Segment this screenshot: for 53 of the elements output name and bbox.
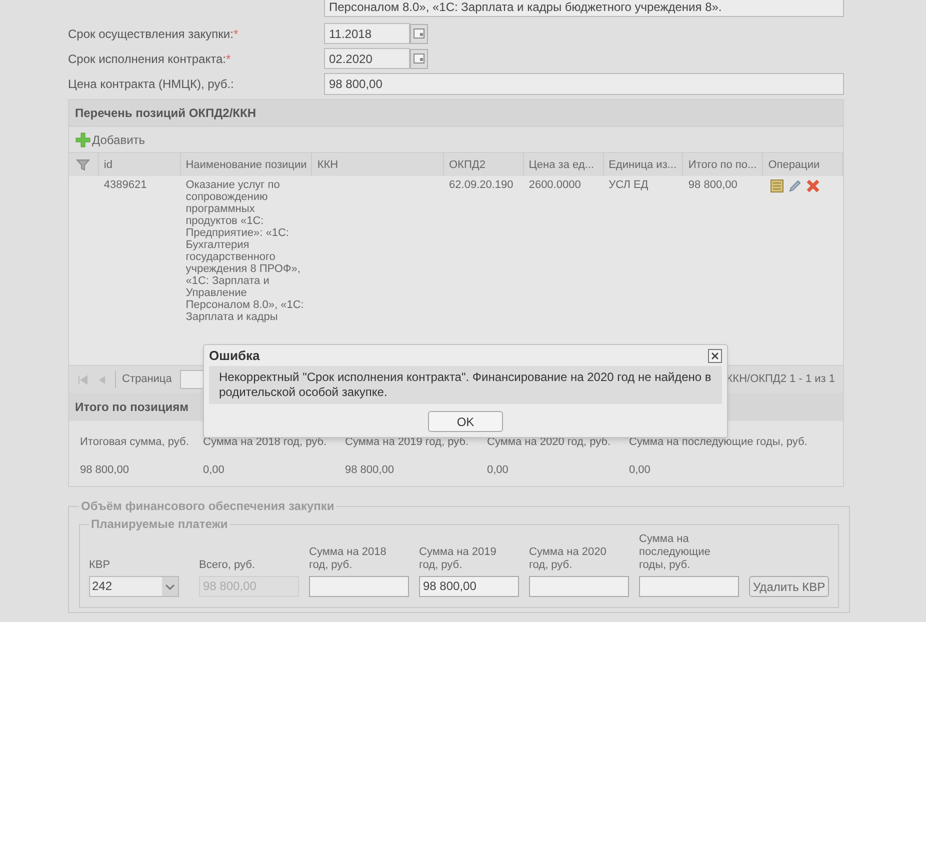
pencil-icon[interactable] [787, 178, 804, 194]
delete-icon[interactable] [805, 178, 822, 194]
total-value: 0,00 [487, 462, 510, 478]
column-label: КВР [89, 559, 112, 572]
total-value: 98 800,00 [345, 462, 395, 478]
scroll-icon[interactable] [769, 178, 786, 194]
previous-page-icon[interactable] [97, 374, 107, 386]
column-label: Сумма на 2020 год, руб. [529, 546, 608, 572]
amount-field[interactable] [309, 576, 409, 597]
table-cell: 62.09.20.190 [449, 179, 514, 191]
column-label: Сумма на последующие годы, руб. [639, 533, 712, 572]
close-icon[interactable] [708, 348, 722, 362]
total-label: Итоговая сумма, руб. [80, 435, 190, 450]
price-field[interactable]: 98 800,00 [324, 72, 844, 94]
panel-title: Перечень позиций ОКПД2/ККН [69, 100, 843, 126]
delete-kvr-button[interactable]: Удалить КВР [749, 576, 830, 597]
fieldset-title: Объём финансового обеспечения закупки [80, 498, 336, 515]
field-label: Срок осуществления закупки: [68, 26, 234, 42]
description-field[interactable]: Персоналом 8.0», «1С: Зарплата и кадры бюджетного учреждения 8». [324, 0, 844, 17]
field-label: Срок исполнения контракта: [68, 50, 226, 68]
table-cell: 2600.0000 [528, 179, 581, 191]
total-label: Сумма на последующие годы, руб. [629, 435, 808, 450]
amount-field[interactable] [529, 576, 629, 597]
kvr-select[interactable]: 242 [89, 576, 179, 597]
required-mark: * [226, 50, 231, 68]
column-label: Всего, руб. [199, 559, 256, 572]
first-page-icon[interactable] [77, 374, 89, 386]
required-mark: * [233, 26, 238, 42]
table-cell: УСЛ ЕД [608, 179, 648, 191]
table-cell: 98 800,00 [688, 179, 738, 191]
add-button[interactable]: Добавить [75, 130, 146, 148]
total-value: 98 800,00 [80, 462, 130, 478]
date-field[interactable]: 11.2018 [324, 23, 410, 44]
table-cell: 4389621 [104, 179, 147, 191]
total-value: 0,00 [203, 462, 226, 478]
table-cell: Оказание услуг по сопровождению программных продуктов «1С: Предприятие»: «1С: Бухгалтерия государственного учреждения 8 ПРОФ», «1С: Зарплата и Управление Персоналом 8.0», «1С: Зарплата и кадры [186, 179, 304, 323]
amount-field[interactable] [639, 576, 739, 597]
filter-icon[interactable] [76, 158, 90, 172]
calendar-icon[interactable] [410, 48, 428, 68]
column-label: Сумма на 2018 год, руб. [309, 546, 388, 572]
field-label: Цена контракта (НМЦК), руб.: [68, 76, 234, 92]
date-field[interactable]: 02.2020 [324, 48, 410, 69]
caret-icon [162, 577, 178, 596]
fieldset-title: Планируемые платежи [90, 516, 229, 533]
plus-icon [75, 132, 91, 148]
ok-button[interactable]: OK [428, 411, 503, 432]
total-value: 0,00 [629, 462, 652, 478]
calendar-icon[interactable] [410, 24, 428, 44]
pager-summary: ККН/ОКПД2 1 - 1 из 1 [726, 372, 835, 388]
dialog-title: Ошибка [209, 346, 261, 365]
page-label: Страница [115, 371, 172, 388]
column-label: Сумма на 2019 год, руб. [419, 546, 498, 572]
amount-field[interactable]: 98 800,00 [419, 576, 519, 597]
